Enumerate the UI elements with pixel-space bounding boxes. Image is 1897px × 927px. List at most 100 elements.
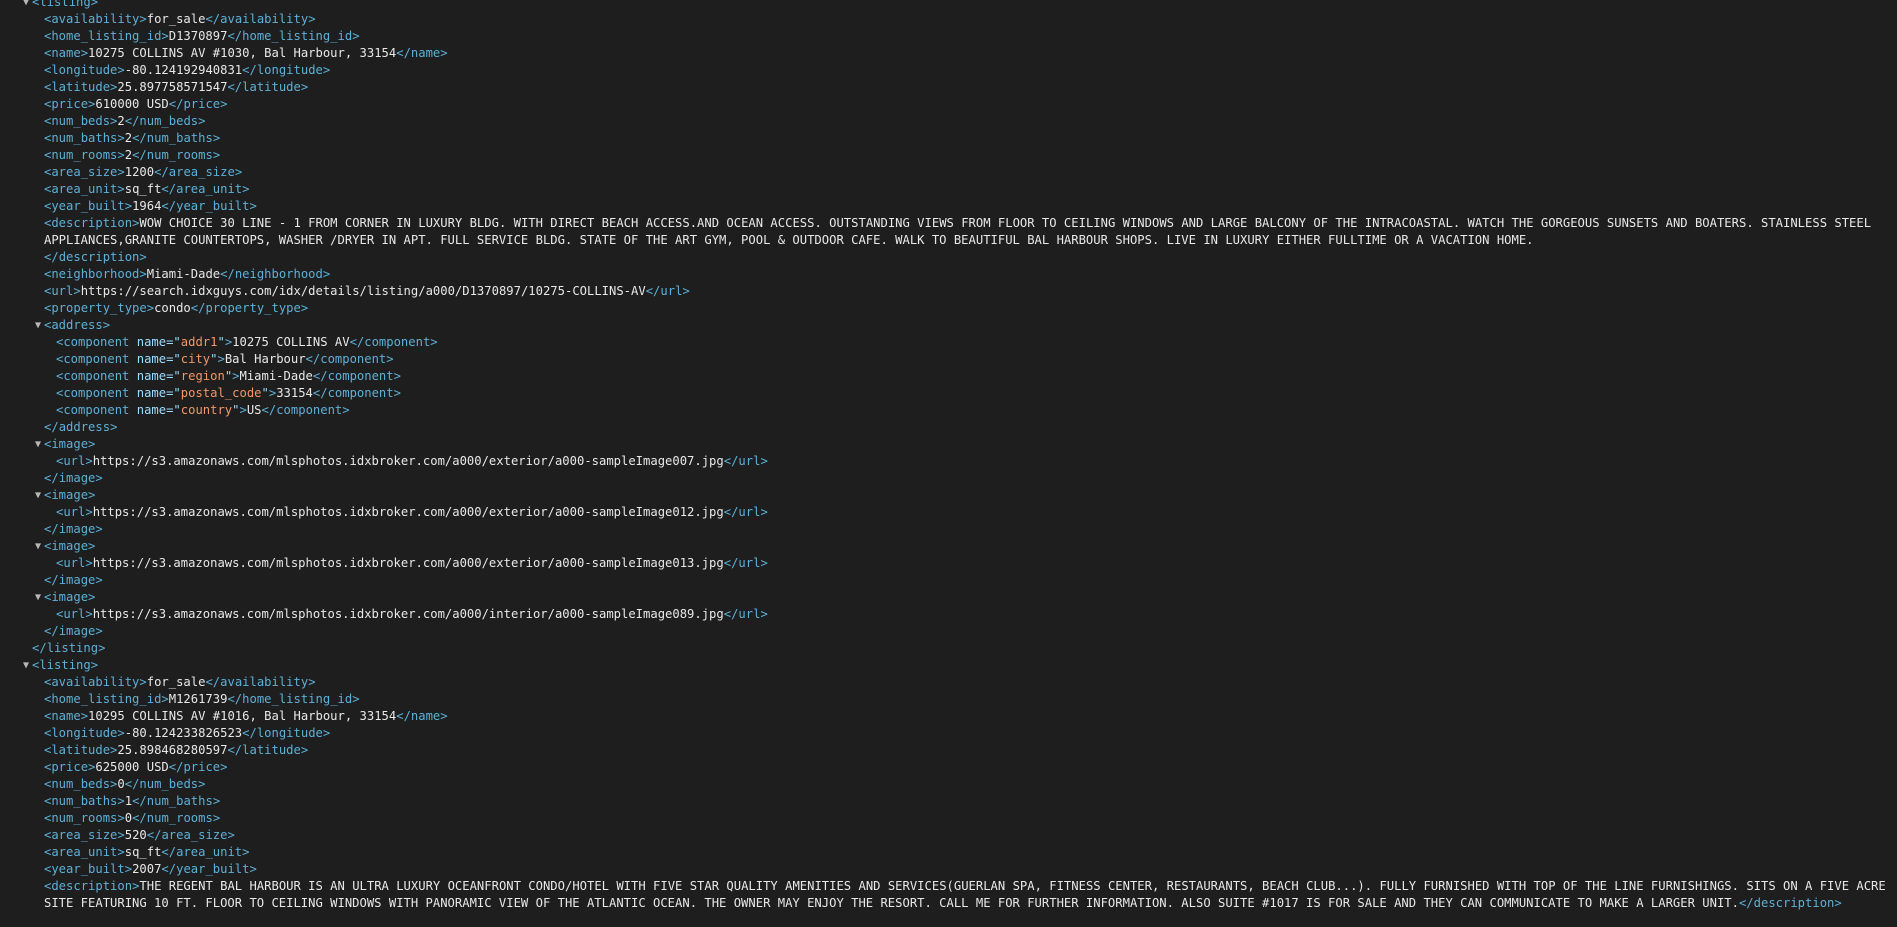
tag-bracket: </ [161,862,177,876]
tag-bracket: </ [723,505,739,519]
tag-bracket: </ [242,63,257,77]
xml-line-listing: </listing> [0,640,1897,657]
element-text: condo [154,301,191,315]
tag-name: listing [39,0,91,9]
xml-line-num_rooms: <num_rooms>0</num_rooms> [0,810,1897,827]
xml-line-component: <component name="addr1">10275 COLLINS AV… [0,334,1897,351]
tag-bracket: > [1834,896,1842,910]
tag-bracket: > [161,29,169,43]
xml-line-image[interactable]: ▼ <image> [0,487,1897,504]
tag-name: availability [220,12,309,26]
tag-bracket: </ [205,12,221,26]
tag-bracket: > [760,607,768,621]
collapse-toggle-icon[interactable]: ▼ [33,436,43,453]
tag-bracket: > [146,301,155,315]
attribute-quote: " [217,335,225,349]
tag-bracket: </ [305,352,321,366]
tag-bracket: </ [44,573,59,587]
tag-name: component [63,335,130,349]
xml-line-home_listing_id: <home_listing_id>D1370897</home_listing_… [0,28,1897,45]
element-text: 2 [124,131,133,145]
tag-bracket: > [430,335,438,349]
element-text: Miami-Dade [239,369,313,383]
xml-line-num_beds: <num_beds>0</num_beds> [0,776,1897,793]
xml-line-listing[interactable]: ▼ <listing> [0,0,1897,11]
tag-bracket: </ [723,607,739,621]
xml-line-url: <url>https://s3.amazonaws.com/mlsphotos.… [0,504,1897,521]
tag-name: num_beds [51,114,111,128]
element-text: 520 [124,828,147,842]
tag-bracket: > [117,845,125,859]
element-text: -80.124233826523 [124,726,243,740]
tag-name: num_baths [51,131,118,145]
tag-bracket: > [198,777,206,791]
element-text: -80.124192940831 [124,63,243,77]
xml-line-url: <url>https://s3.amazonaws.com/mlsphotos.… [0,606,1897,623]
tag-bracket: > [88,539,96,553]
tag-bracket: > [102,318,111,332]
tag-bracket: </ [190,301,206,315]
xml-line-name: <name>10275 COLLINS AV #1030, Bal Harbou… [0,45,1897,62]
tag-bracket: </ [168,760,184,774]
collapse-toggle-icon[interactable]: ▼ [33,317,43,334]
element-text: 625000 USD [95,760,169,774]
tag-name: area_unit [176,182,243,196]
xml-viewer: ▼ <listing> <availability>for_sale</availa… [0,0,1897,927]
xml-line-image[interactable]: ▼ <image> [0,538,1897,555]
tag-name: area_unit [176,845,243,859]
tag-bracket: </ [227,692,243,706]
element-text: 2 [124,148,133,162]
attribute-quote: =" [166,386,181,400]
tag-bracket: </ [1738,896,1754,910]
xml-line-num_baths: <num_baths>1</num_baths> [0,793,1897,810]
tag-bracket: > [117,131,125,145]
xml-line-neighborhood: <neighborhood>Miami-Dade</neighborhood> [0,266,1897,283]
xml-line-listing[interactable]: ▼ <listing> [0,657,1897,674]
attribute-quote: =" [166,403,181,417]
tag-name: url [738,454,761,468]
attribute-name: name [136,403,167,417]
tag-name: url [63,505,86,519]
collapse-toggle-icon[interactable]: ▼ [33,589,43,606]
tag-name: url [660,284,683,298]
xml-line-image[interactable]: ▼ <image> [0,436,1897,453]
tag-bracket: > [117,794,125,808]
tag-bracket: > [88,437,96,451]
xml-line-area_unit: <area_unit>sq_ft</area_unit> [0,844,1897,861]
tag-bracket: > [117,63,125,77]
tag-bracket: > [212,811,221,825]
tag-bracket: </ [349,335,365,349]
tag-bracket: > [88,488,96,502]
attribute-quote: =" [166,369,181,383]
tag-name: component [276,403,343,417]
xml-line-image: </image> [0,521,1897,538]
tag-bracket: > [139,267,147,281]
collapse-toggle-icon[interactable]: ▼ [21,657,31,674]
collapse-toggle-icon[interactable]: ▼ [33,487,43,504]
tag-name: availability [51,675,140,689]
attribute-name: name [136,352,167,366]
tag-bracket: > [85,556,93,570]
tag-name: price [183,760,221,774]
tag-bracket: > [234,165,243,179]
xml-line-description: <description>WOW CHOICE 30 LINE - 1 FROM… [0,215,1897,249]
xml-line-num_baths: <num_baths>2</num_baths> [0,130,1897,147]
xml-line-address[interactable]: ▼ <address> [0,317,1897,334]
tag-bracket: > [85,607,93,621]
element-text: 1 [124,794,133,808]
tag-name: description [1753,896,1835,910]
tag-bracket: </ [161,199,177,213]
collapse-toggle-icon[interactable]: ▼ [33,538,43,555]
tag-bracket: > [85,505,93,519]
tag-name: area_size [161,828,228,842]
tag-name: availability [51,12,140,26]
tag-bracket: > [198,114,206,128]
xml-line-image[interactable]: ▼ <image> [0,589,1897,606]
tag-bracket: > [98,641,106,655]
tag-name: home_listing_id [51,692,162,706]
tag-bracket: > [227,828,235,842]
collapse-toggle-icon[interactable]: ▼ [21,0,31,11]
tag-bracket: </ [645,284,661,298]
tag-bracket: > [117,165,125,179]
